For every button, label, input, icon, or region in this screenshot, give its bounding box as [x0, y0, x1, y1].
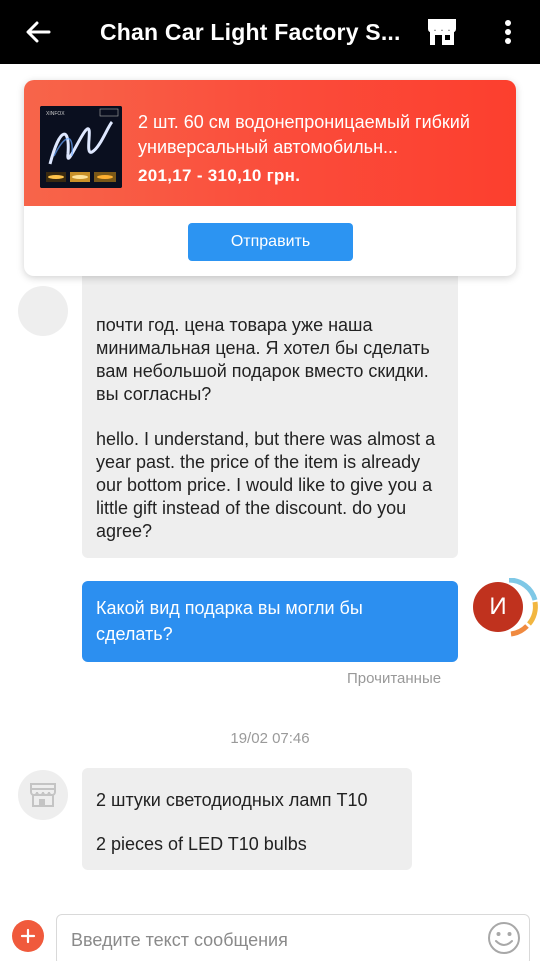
store-icon	[30, 783, 56, 807]
message-bubble-outgoing[interactable]: Какой вид подарка вы могли бы сделать?	[82, 581, 458, 662]
brand-logo-text: XINFOX	[46, 111, 65, 117]
product-image: XINFOX	[40, 106, 122, 188]
back-button[interactable]	[6, 0, 70, 64]
seller-avatar[interactable]	[18, 286, 68, 336]
top-bar: Chan Car Light Factory S...	[0, 0, 540, 64]
send-product-button[interactable]: Отправить	[188, 223, 353, 261]
message-timestamp: 19/02 07:46	[230, 730, 310, 747]
message-input[interactable]	[56, 914, 530, 961]
product-info: 2 шт. 60 см водонепроницаемый гибкий уни…	[138, 110, 498, 186]
chat-area[interactable]: XINFOX 2 шт. 60 см водонепроницаемый гиб…	[0, 64, 540, 906]
page-title: Chan Car Light Factory S...	[100, 18, 401, 45]
read-status: Прочитанные	[347, 670, 442, 687]
message-text-en: 2 pieces of LED T10 bulbs	[96, 834, 307, 854]
seller-avatar[interactable]	[18, 770, 68, 820]
back-arrow-icon	[26, 21, 51, 43]
add-attachment-button[interactable]	[12, 920, 44, 952]
message-bubble-incoming[interactable]: 2 штуки светодиодных ламп T10 2 pieces o…	[82, 768, 412, 870]
more-options-button[interactable]	[492, 12, 524, 52]
message-text: Какой вид подарка вы могли бы сделать?	[96, 598, 363, 644]
product-card[interactable]: XINFOX 2 шт. 60 см водонепроницаемый гиб…	[24, 80, 516, 276]
emoji-button[interactable]	[486, 920, 522, 956]
message-bubble-incoming[interactable]: почти год. цена товара уже наша минималь…	[82, 244, 458, 558]
input-bar	[0, 906, 540, 961]
user-avatar[interactable]: И	[471, 578, 540, 638]
product-header: XINFOX 2 шт. 60 см водонепроницаемый гиб…	[24, 80, 516, 206]
more-vertical-icon	[505, 20, 511, 44]
product-thumbnail[interactable]: XINFOX	[40, 106, 122, 188]
message-text-ru: 2 штуки светодиодных ламп T10	[96, 790, 368, 810]
message-text-ru: почти год. цена товара уже наша минималь…	[96, 315, 430, 404]
product-name[interactable]: 2 шт. 60 см водонепроницаемый гибкий уни…	[138, 110, 498, 160]
store-button[interactable]	[422, 12, 462, 52]
message-text-en: hello. I understand, but there was almos…	[96, 429, 436, 541]
smiley-icon	[488, 922, 520, 954]
product-price: 201,17 - 310,10 грн.	[138, 166, 301, 185]
store-icon	[428, 19, 456, 45]
avatar-letter: И	[489, 593, 507, 620]
plus-icon	[20, 928, 36, 944]
